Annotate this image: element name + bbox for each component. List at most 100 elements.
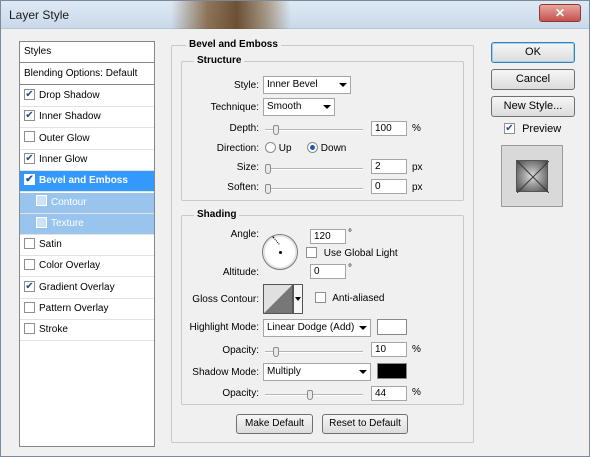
shadow-mode-select[interactable]: Multiply — [263, 363, 371, 381]
shadow-opacity-unit: % — [412, 387, 421, 398]
direction-down-label: Down — [320, 143, 347, 155]
style-item-inner-glow[interactable]: ✔ Inner Glow — [20, 150, 154, 171]
style-item-checkbox[interactable]: ✔ — [24, 152, 35, 164]
style-value: Inner Bevel — [267, 79, 318, 90]
style-item-checkbox[interactable]: ✔ — [24, 110, 35, 122]
style-item-checkbox[interactable] — [24, 301, 35, 313]
chevron-down-icon — [339, 83, 347, 87]
new-style-button[interactable]: New Style... — [491, 96, 575, 117]
preview-option[interactable]: ✔ Preview — [504, 122, 561, 135]
style-item-satin[interactable]: Satin — [20, 235, 154, 257]
highlight-mode-label: Highlight Mode: — [189, 322, 259, 333]
highlight-opacity-track — [265, 351, 363, 353]
style-item-outer-glow[interactable]: Outer Glow — [20, 129, 154, 150]
style-item-label: Texture — [51, 217, 84, 229]
style-item-label: Bevel and Emboss — [39, 175, 128, 187]
ok-button[interactable]: OK — [491, 42, 575, 63]
bevel-preview-icon — [517, 161, 549, 193]
direction-up-option[interactable]: Up — [265, 142, 292, 154]
highlight-opacity-input[interactable]: 10 — [371, 342, 407, 357]
cancel-button[interactable]: Cancel — [491, 69, 575, 90]
style-item-bevel-and-emboss[interactable]: ✔ Bevel and Emboss — [20, 171, 154, 193]
style-item-checkbox[interactable] — [24, 259, 35, 271]
window-title: Layer Style — [9, 8, 70, 22]
style-select[interactable]: Inner Bevel — [263, 76, 351, 94]
altitude-input[interactable]: 0 — [310, 264, 346, 279]
chevron-down-icon — [359, 326, 367, 330]
style-item-checkbox[interactable]: ✔ — [24, 174, 35, 186]
highlight-mode-value: Linear Dodge (Add) — [267, 322, 355, 333]
shadow-opacity-input[interactable]: 44 — [371, 386, 407, 401]
direction-up-radio[interactable] — [265, 142, 276, 153]
style-item-stroke[interactable]: Stroke — [20, 320, 154, 342]
style-item-label: Pattern Overlay — [39, 303, 109, 314]
size-label: Size: — [236, 162, 259, 173]
style-item-label: Color Overlay — [39, 260, 101, 272]
angle-dial[interactable] — [262, 234, 298, 270]
depth-slider-thumb[interactable] — [273, 125, 279, 135]
reset-to-default-button[interactable]: Reset to Default — [322, 414, 408, 434]
size-slider[interactable] — [265, 164, 363, 174]
style-item-checkbox[interactable]: ✔ — [24, 88, 35, 100]
style-item-checkbox[interactable] — [24, 237, 35, 249]
style-item-checkbox[interactable]: ✔ — [24, 280, 35, 292]
size-slider-thumb[interactable] — [265, 164, 271, 174]
shadow-opacity-track — [265, 394, 363, 396]
preview-checkbox[interactable]: ✔ — [504, 122, 515, 134]
anti-aliased-checkbox[interactable] — [315, 292, 326, 303]
shadow-opacity-thumb[interactable] — [307, 390, 313, 400]
soften-slider[interactable] — [265, 184, 363, 194]
style-item-checkbox[interactable] — [24, 323, 35, 335]
angle-dial-center — [279, 251, 282, 254]
technique-select[interactable]: Smooth — [263, 98, 335, 116]
highlight-opacity-slider[interactable] — [265, 347, 363, 357]
soften-input[interactable]: 0 — [371, 179, 407, 194]
highlight-opacity-thumb[interactable] — [273, 347, 279, 357]
blending-options-item[interactable]: Blending Options: Default — [20, 64, 154, 85]
close-button[interactable]: ✕ — [539, 4, 581, 22]
style-item-inner-shadow[interactable]: ✔ Inner Shadow — [20, 107, 154, 129]
style-item-checkbox[interactable] — [36, 195, 47, 207]
style-item-checkbox[interactable] — [36, 216, 47, 228]
style-item-checkbox[interactable] — [24, 131, 35, 143]
make-default-button[interactable]: Make Default — [236, 414, 313, 434]
soften-label: Soften: — [227, 182, 259, 193]
anti-aliased-label: Anti-aliased — [332, 293, 385, 305]
size-input[interactable]: 2 — [371, 159, 407, 174]
style-item-pattern-overlay[interactable]: Pattern Overlay — [20, 299, 154, 320]
style-item-gradient-overlay[interactable]: ✔ Gradient Overlay — [20, 278, 154, 299]
direction-down-option[interactable]: Down — [307, 142, 347, 155]
style-item-contour[interactable]: Contour — [20, 192, 154, 214]
soften-slider-thumb[interactable] — [265, 184, 271, 194]
angle-dial-needle — [272, 236, 280, 245]
highlight-color-swatch[interactable] — [377, 319, 407, 335]
altitude-unit: ° — [348, 263, 352, 274]
size-unit: px — [412, 162, 423, 173]
shading-title: Shading — [194, 209, 240, 220]
style-item-texture[interactable]: Texture — [20, 213, 154, 235]
use-global-light-checkbox[interactable] — [306, 247, 317, 258]
depth-input[interactable]: 100 — [371, 121, 407, 136]
anti-aliased-option[interactable]: Anti-aliased — [315, 292, 385, 305]
chevron-down-icon — [359, 370, 367, 374]
shadow-color-swatch[interactable] — [377, 363, 407, 379]
shadow-mode-value: Multiply — [267, 366, 301, 377]
gloss-contour-picker[interactable] — [263, 284, 293, 314]
altitude-label: Altitude: — [222, 267, 259, 278]
panel-title: Bevel and Emboss — [186, 39, 281, 50]
styles-header[interactable]: Styles — [20, 42, 154, 63]
angle-input[interactable]: 120 — [310, 229, 346, 244]
depth-unit: % — [412, 123, 421, 134]
shadow-opacity-slider[interactable] — [265, 390, 363, 400]
use-global-light-option[interactable]: Use Global Light — [306, 247, 398, 259]
direction-down-radio[interactable] — [307, 142, 318, 153]
style-item-label: Inner Glow — [39, 153, 88, 165]
highlight-opacity-unit: % — [412, 344, 421, 355]
gloss-contour-dropdown[interactable] — [293, 284, 303, 314]
style-item-drop-shadow[interactable]: ✔ Drop Shadow — [20, 86, 154, 107]
style-item-color-overlay[interactable]: Color Overlay — [20, 256, 154, 278]
highlight-mode-select[interactable]: Linear Dodge (Add) — [263, 319, 371, 337]
depth-slider[interactable] — [265, 125, 363, 135]
technique-label: Technique: — [210, 102, 259, 113]
depth-label: Depth: — [229, 123, 259, 134]
